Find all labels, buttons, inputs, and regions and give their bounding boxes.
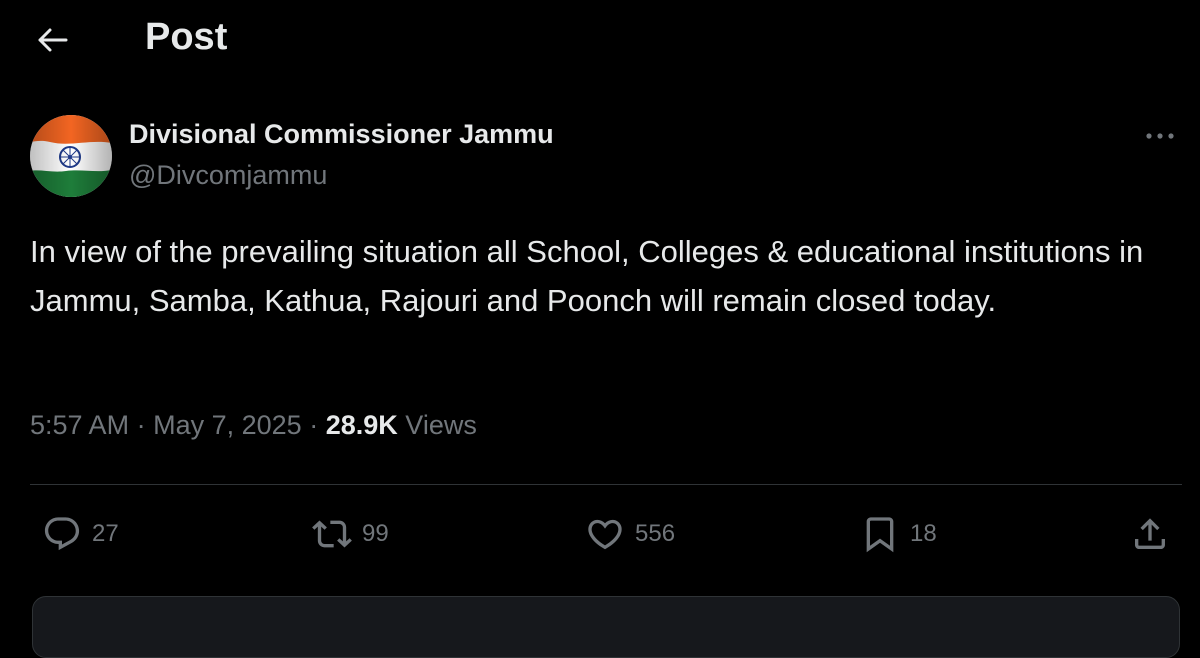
share-button[interactable] (1130, 512, 1170, 556)
post-time[interactable]: 5:57 AM (30, 410, 129, 440)
like-button[interactable]: 556 (585, 512, 675, 556)
post-date[interactable]: May 7, 2025 (153, 410, 302, 440)
author-handle[interactable]: @Divcomjammu (129, 160, 327, 191)
reply-icon (44, 517, 80, 551)
back-button[interactable] (32, 22, 72, 58)
heart-icon (588, 519, 622, 550)
post-text: In view of the prevailing situation all … (30, 234, 1144, 318)
reply-button[interactable]: 27 (42, 512, 119, 556)
repost-count: 99 (362, 520, 389, 547)
bookmark-button[interactable]: 18 (860, 512, 937, 556)
share-icon (1135, 518, 1165, 549)
like-count: 556 (635, 520, 676, 547)
views-count: 28.9K (325, 410, 398, 440)
more-options-button[interactable] (1140, 124, 1180, 148)
avatar[interactable] (30, 115, 112, 197)
more-horizontal-icon (1146, 133, 1174, 139)
india-flag-avatar (30, 115, 112, 197)
reply-composer[interactable] (32, 596, 1180, 658)
meta-separator: · (309, 410, 319, 440)
reply-count: 27 (92, 520, 119, 547)
repost-button[interactable]: 99 (312, 512, 389, 556)
repost-icon (312, 520, 352, 548)
meta-separator: · (136, 410, 146, 440)
bookmark-icon (866, 517, 894, 553)
page-title: Post (145, 16, 228, 58)
bookmark-count: 18 (910, 520, 937, 547)
arrow-left-icon (38, 28, 68, 52)
views-label: Views (405, 410, 477, 440)
author-name[interactable]: Divisional Commissioner Jammu (129, 119, 554, 150)
post-metadata: 5:57 AM · May 7, 2025 · 28.9K Views (30, 410, 477, 441)
divider (30, 484, 1182, 485)
top-bar: Post (0, 0, 1200, 80)
